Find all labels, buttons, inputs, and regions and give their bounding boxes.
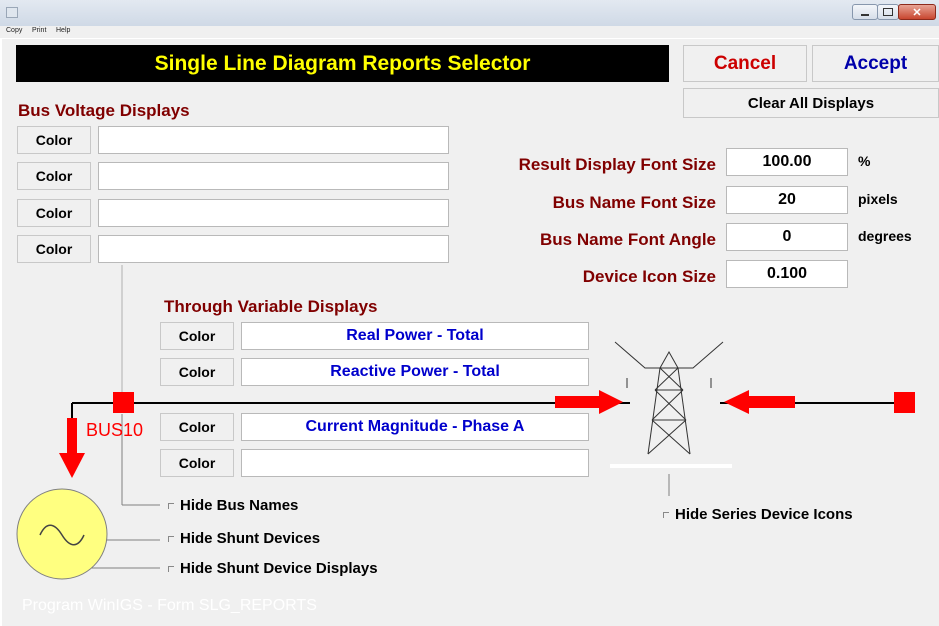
- shunt-arrow-shaft: [67, 418, 77, 454]
- hide-series-icons-label: Hide Series Device Icons: [675, 506, 853, 523]
- series-arrow-right-head: [724, 390, 749, 414]
- through-variable-field-2[interactable]: Reactive Power - Total: [241, 358, 589, 386]
- checkbox-icon: [168, 535, 174, 542]
- through-variable-color-button-3[interactable]: Color: [160, 413, 234, 441]
- single-line-diagram: [16, 265, 915, 580]
- hide-series-icons-checkbox[interactable]: Hide Series Device Icons: [663, 506, 853, 523]
- through-variable-field-3[interactable]: Current Magnitude - Phase A: [241, 413, 589, 441]
- through-variable-color-button-2[interactable]: Color: [160, 358, 234, 386]
- shunt-arrow-head: [59, 453, 85, 478]
- checkbox-icon: [168, 502, 174, 509]
- through-variable-title: Through Variable Displays: [164, 297, 378, 316]
- footer-program-label: Program WinIGS - Form SLG_REPORTS: [22, 597, 317, 614]
- series-arrow-right-shaft: [748, 396, 795, 408]
- checkbox-icon: [663, 511, 669, 518]
- bus-square-right: [894, 392, 915, 413]
- through-variable-field-4[interactable]: [241, 449, 589, 477]
- hide-bus-names-checkbox[interactable]: Hide Bus Names: [168, 497, 298, 514]
- checkbox-icon: [168, 565, 174, 572]
- hide-shunt-displays-label: Hide Shunt Device Displays: [180, 560, 378, 577]
- through-variable-field-1[interactable]: Real Power - Total: [241, 322, 589, 350]
- transmission-tower-icon: [614, 341, 724, 455]
- through-variable-color-button-1[interactable]: Color: [160, 322, 234, 350]
- series-arrow-left-head: [599, 390, 623, 414]
- hide-shunt-devices-checkbox[interactable]: Hide Shunt Devices: [168, 530, 320, 547]
- bus-name-label: BUS10: [86, 420, 144, 440]
- hide-shunt-displays-checkbox[interactable]: Hide Shunt Device Displays: [168, 560, 378, 577]
- through-variable-color-button-4[interactable]: Color: [160, 449, 234, 477]
- hide-shunt-devices-label: Hide Shunt Devices: [180, 530, 321, 547]
- bus-square-left: [113, 392, 134, 413]
- series-arrow-left-shaft: [555, 396, 600, 408]
- hide-bus-names-label: Hide Bus Names: [180, 497, 299, 514]
